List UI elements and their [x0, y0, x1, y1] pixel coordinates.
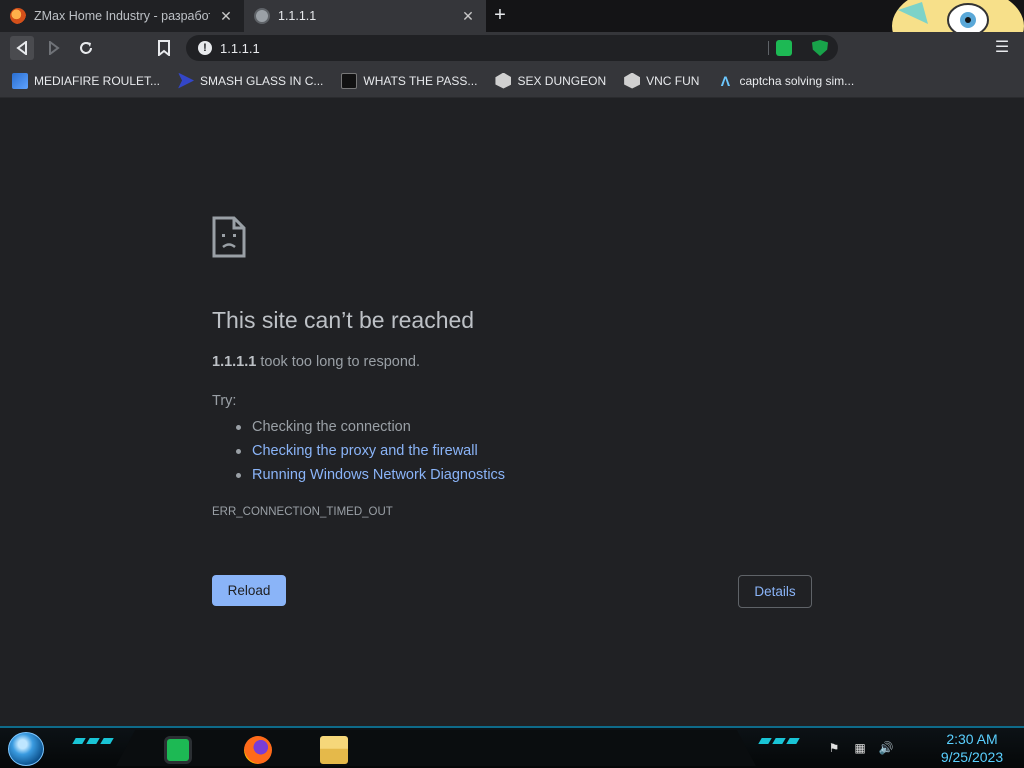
back-button[interactable]: [10, 36, 34, 60]
error-page: This site can’t be reached 1.1.1.1 took …: [0, 99, 1024, 726]
clock-date: 9/25/2023: [940, 749, 1004, 765]
suggestion-network-diagnostics-link[interactable]: Running Windows Network Diagnostics: [236, 463, 505, 487]
firefox-icon[interactable]: [244, 736, 272, 764]
smash-icon: [178, 72, 195, 89]
bookmark-icon: [158, 40, 170, 56]
try-label: Try:: [212, 393, 237, 409]
volume-icon[interactable]: 🔊: [878, 740, 894, 756]
suggestion-check-proxy-link[interactable]: Checking the proxy and the firewall: [236, 439, 505, 463]
tab-title: 1.1.1.1: [278, 9, 317, 23]
error-host: 1.1.1.1: [212, 354, 257, 370]
vnc-icon: [624, 72, 641, 89]
browser-toolbar: ! 1.1.1.1 ☰: [0, 32, 1024, 64]
taskbar-decoration: [758, 738, 800, 746]
bookmark-button[interactable]: [152, 36, 176, 60]
start-button[interactable]: [8, 732, 44, 766]
new-tab-button[interactable]: +: [488, 4, 512, 28]
reload-page-button[interactable]: [74, 36, 98, 60]
not-secure-icon[interactable]: !: [198, 41, 212, 55]
terminal-icon: [341, 72, 358, 89]
network-icon[interactable]: ▦: [852, 740, 868, 756]
tab-zmax[interactable]: ZMax Home Industry - разработка ✕: [0, 0, 244, 32]
bookmark-label: VNC FUN: [646, 73, 700, 88]
captcha-icon: Λ: [720, 72, 731, 89]
forward-button[interactable]: [42, 36, 66, 60]
suggestion-list: Checking the connection Checking the pro…: [236, 415, 505, 487]
reload-button[interactable]: Reload: [212, 575, 286, 606]
bookmarks-bar: MEDIAFIRE ROULET... SMASH GLASS IN C... …: [0, 64, 1024, 98]
bookmark-label: SMASH GLASS IN C...: [200, 73, 324, 88]
bookmark-vnc-fun[interactable]: VNC FUN: [624, 72, 700, 89]
mediafire-icon: [12, 72, 28, 89]
suggestion-check-connection: Checking the connection: [236, 415, 505, 439]
bookmark-label: SEX DUNGEON: [517, 73, 607, 88]
bookmark-dungeon[interactable]: SEX DUNGEON: [495, 72, 607, 89]
taskbar-apps-area: [116, 730, 756, 766]
back-arrow-icon: [16, 41, 27, 55]
shield-extension-icon[interactable]: [812, 40, 828, 56]
error-title: This site can’t be reached: [212, 307, 475, 333]
taskbar-clock[interactable]: 2:30 AM 9/25/2023: [932, 730, 1012, 766]
error-desc-text: took too long to respond.: [256, 354, 420, 370]
bookmark-smash-glass[interactable]: SMASH GLASS IN C...: [178, 72, 324, 89]
clock-time: 2:30 AM: [946, 731, 998, 747]
taskbar: ⚑ ▦ 🔊 2:30 AM 9/25/2023: [0, 726, 1024, 768]
system-tray: ⚑ ▦ 🔊: [826, 740, 894, 756]
notes-extension-icon[interactable]: [776, 40, 792, 56]
zmax-favicon-icon: [10, 8, 26, 24]
error-code: ERR_CONNECTION_TIMED_OUT: [212, 506, 393, 518]
error-description: 1.1.1.1 took too long to respond.: [212, 354, 420, 370]
action-center-flag-icon[interactable]: ⚑: [826, 740, 842, 756]
globe-favicon-icon: [254, 8, 270, 24]
tab-title: ZMax Home Industry - разработка: [34, 9, 210, 23]
menu-icon[interactable]: ☰: [992, 36, 1012, 60]
notes-app-icon[interactable]: [164, 736, 192, 764]
taskbar-decoration: [72, 738, 114, 746]
dungeon-icon: [495, 72, 512, 89]
url-text[interactable]: 1.1.1.1: [220, 41, 260, 56]
bookmark-label: captcha solving sim...: [739, 73, 855, 88]
bookmark-label: MEDIAFIRE ROULET...: [34, 73, 161, 88]
forward-arrow-icon: [49, 41, 60, 55]
file-explorer-icon[interactable]: [320, 736, 348, 764]
tab-1-1-1-1[interactable]: 1.1.1.1 ✕: [244, 0, 486, 32]
details-button[interactable]: Details: [738, 575, 812, 608]
tab-strip: ZMax Home Industry - разработка ✕ 1.1.1.…: [0, 0, 1024, 62]
bookmark-captcha[interactable]: Λcaptcha solving sim...: [717, 73, 854, 89]
bookmark-mediafire[interactable]: MEDIAFIRE ROULET...: [12, 72, 161, 89]
omnibox-divider: [768, 41, 769, 55]
close-tab-icon[interactable]: ✕: [218, 8, 234, 25]
close-tab-icon[interactable]: ✕: [460, 8, 476, 25]
bookmark-label: WHATS THE PASS...: [363, 73, 478, 88]
bookmark-whats-the-pass[interactable]: WHATS THE PASS...: [341, 72, 478, 89]
address-bar[interactable]: ! 1.1.1.1: [186, 35, 838, 61]
sad-page-icon: [212, 216, 246, 258]
reload-icon: [80, 42, 92, 54]
